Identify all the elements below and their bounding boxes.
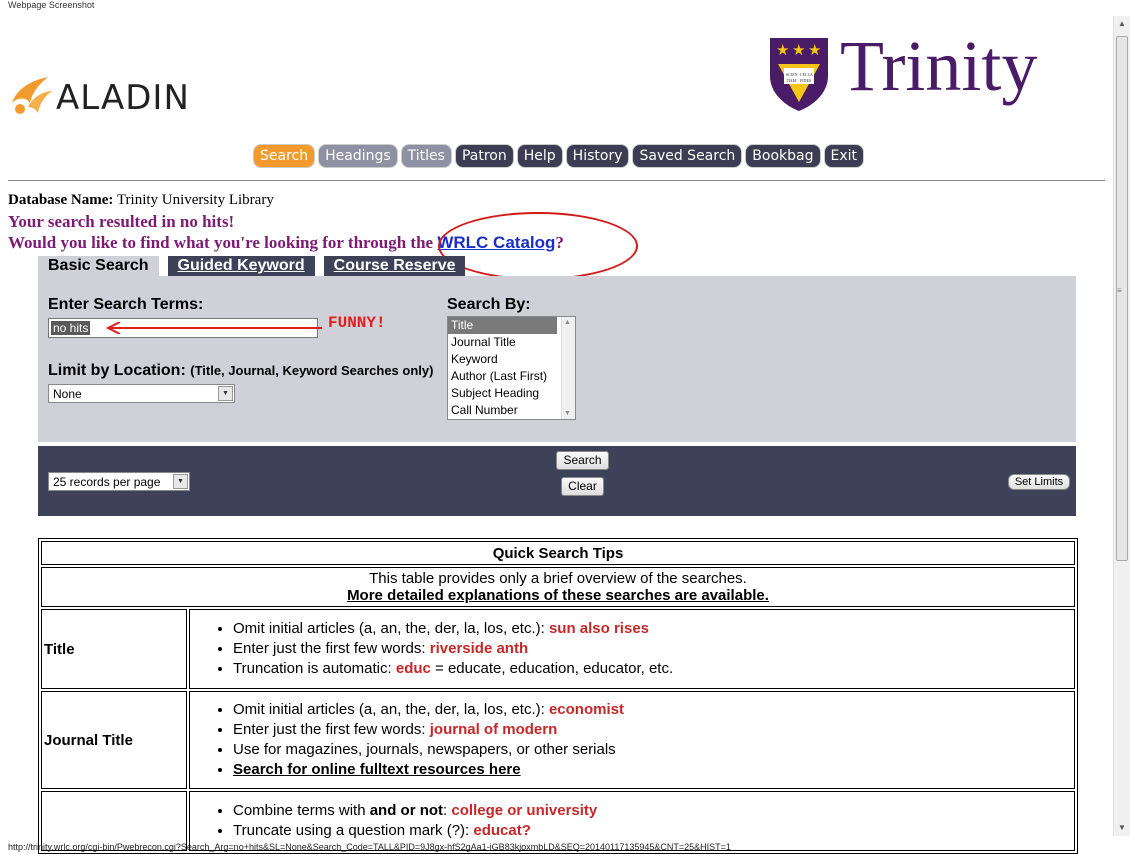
search-by-option-author[interactable]: Author (Last First) [448, 368, 575, 385]
location-note: (Title, Journal, Keyword Searches only) [190, 363, 434, 378]
tips-detailed-link[interactable]: More detailed explanations of these sear… [43, 587, 1073, 604]
no-hits-message: Your search resulted in no hits! [8, 212, 235, 231]
search-by-option-keyword[interactable]: Keyword [448, 351, 575, 368]
status-bar-url: http://trinity.wrlc.org/cgi-bin/Pwebreco… [8, 842, 731, 852]
search-button[interactable]: Search [556, 451, 609, 470]
svg-text:★: ★ [776, 42, 789, 59]
list-item: Enter just the first few words: journal … [233, 720, 1073, 740]
search-by-option-call-number[interactable]: Call Number [448, 402, 575, 419]
tab-course-reserve[interactable]: Course Reserve [323, 256, 466, 276]
fulltext-resources-link[interactable]: Search for online fulltext resources her… [233, 761, 521, 778]
nav-history-button[interactable]: History [565, 144, 630, 168]
location-label: Limit by Location: (Title, Journal, Keyw… [48, 362, 433, 380]
database-label: Database Name: [8, 192, 114, 208]
location-select[interactable]: None ▼ [48, 384, 235, 403]
search-terms-label: Enter Search Terms: [48, 296, 204, 313]
scroll-grip-icon: ≡ [1117, 286, 1122, 295]
location-label-text: Limit by Location: [48, 362, 186, 379]
list-item: Combine terms with and or not: college o… [233, 801, 1073, 821]
svg-text:SCIEN: SCIEN [786, 72, 798, 77]
nav-bookbag-button[interactable]: Bookbag [745, 144, 821, 168]
search-by-label: Search By: [447, 296, 531, 313]
search-tabs: Basic Search Guided Keyword Course Reser… [38, 256, 466, 276]
trinity-wordmark: Trinity [840, 26, 1038, 106]
scroll-up-icon[interactable]: ▲ [564, 319, 571, 326]
search-panel: Enter Search Terms: no hits FUNNY! Limit… [38, 276, 1076, 442]
trinity-shield-icon: ★ ★ ★ SCIEN CELLA TIAM FIDES [770, 38, 828, 111]
trinity-logo[interactable]: ★ ★ ★ SCIEN CELLA TIAM FIDES Trinity [768, 26, 1038, 112]
nav-search-button[interactable]: Search [253, 144, 316, 168]
nav-headings-button[interactable]: Headings [318, 144, 398, 168]
listbox-scrollbar[interactable]: ▲ ▼ [561, 317, 575, 419]
header-divider [8, 180, 1105, 181]
scroll-down-icon[interactable]: ▼ [564, 410, 571, 417]
list-item: Search for online fulltext resources her… [233, 760, 1073, 780]
action-bar: 25 records per page ▼ Search Clear Set L… [38, 446, 1076, 516]
annotation-circle [438, 212, 638, 280]
aladin-wordmark: ALADIN [56, 78, 190, 118]
nav-help-button[interactable]: Help [516, 144, 563, 168]
list-item: Omit initial articles (a, an, the, der, … [233, 619, 1073, 639]
annotation-arrow-icon [105, 322, 322, 334]
tips-intro-text: This table provides only a brief overvie… [369, 570, 747, 587]
records-per-page-value: 25 records per page [53, 475, 161, 489]
list-item: Enter just the first few words: riversid… [233, 639, 1073, 659]
watermark: Webpage Screenshot [8, 0, 95, 10]
funny-annotation: FUNNY! [328, 314, 386, 332]
database-value: Trinity University Library [116, 192, 274, 208]
list-item: Omit initial articles (a, an, the, der, … [233, 700, 1073, 720]
tab-guided-keyword[interactable]: Guided Keyword [167, 256, 315, 276]
database-name: Database Name: Trinity University Librar… [8, 192, 274, 209]
records-per-page-select[interactable]: 25 records per page ▼ [48, 472, 190, 491]
tips-journal-label: Journal Title [41, 691, 187, 789]
vertical-scrollbar[interactable]: ▲ ≡ ▼ [1113, 16, 1130, 836]
tips-intro: This table provides only a brief overvie… [41, 567, 1075, 607]
location-value: None [53, 387, 82, 401]
aladin-swirl-icon [12, 77, 52, 114]
nav-saved-search-button[interactable]: Saved Search [632, 144, 743, 168]
aladin-logo[interactable]: ALADIN [8, 72, 190, 118]
list-item: Use for magazines, journals, newspapers,… [233, 740, 1073, 760]
search-by-listbox[interactable]: Title Journal Title Keyword Author (Last… [447, 316, 576, 420]
nav-exit-button[interactable]: Exit [823, 144, 865, 168]
tips-title: Quick Search Tips [41, 541, 1075, 565]
set-limits-button[interactable]: Set Limits [1008, 474, 1070, 490]
search-by-option-subject[interactable]: Subject Heading [448, 385, 575, 402]
svg-text:★: ★ [808, 42, 821, 59]
list-item: Truncation is automatic: educ = educate,… [233, 659, 1073, 679]
search-by-option-journal-title[interactable]: Journal Title [448, 334, 575, 351]
main-nav: Search Headings Titles Patron Help Histo… [253, 144, 865, 168]
search-terms-value: no hits [51, 321, 91, 335]
svg-text:TIAM: TIAM [786, 78, 797, 83]
svg-text:★: ★ [792, 42, 805, 59]
scroll-down-icon[interactable]: ▼ [1114, 820, 1130, 836]
list-item: Truncate using a question mark (?): educ… [233, 821, 1073, 841]
scroll-up-icon[interactable]: ▲ [1114, 16, 1130, 32]
search-by-option-title[interactable]: Title [448, 317, 557, 334]
nav-patron-button[interactable]: Patron [454, 144, 514, 168]
tab-basic-search[interactable]: Basic Search [38, 256, 159, 276]
nav-titles-button[interactable]: Titles [400, 144, 452, 168]
chevron-down-icon[interactable]: ▼ [173, 474, 188, 489]
svg-text:FIDES: FIDES [800, 78, 811, 83]
scroll-thumb[interactable] [1116, 36, 1128, 561]
svg-text:CELLA: CELLA [800, 72, 813, 77]
tips-journal-cell: Omit initial articles (a, an, the, der, … [189, 691, 1075, 789]
tips-title-label: Title [41, 609, 187, 689]
tips-title-cell: Omit initial articles (a, an, the, der, … [189, 609, 1075, 689]
suggest-prefix: Would you like to find what you're looki… [8, 233, 438, 252]
quick-search-tips: Quick Search Tips This table provides on… [38, 538, 1078, 854]
clear-button[interactable]: Clear [561, 477, 604, 496]
chevron-down-icon[interactable]: ▼ [218, 386, 233, 401]
